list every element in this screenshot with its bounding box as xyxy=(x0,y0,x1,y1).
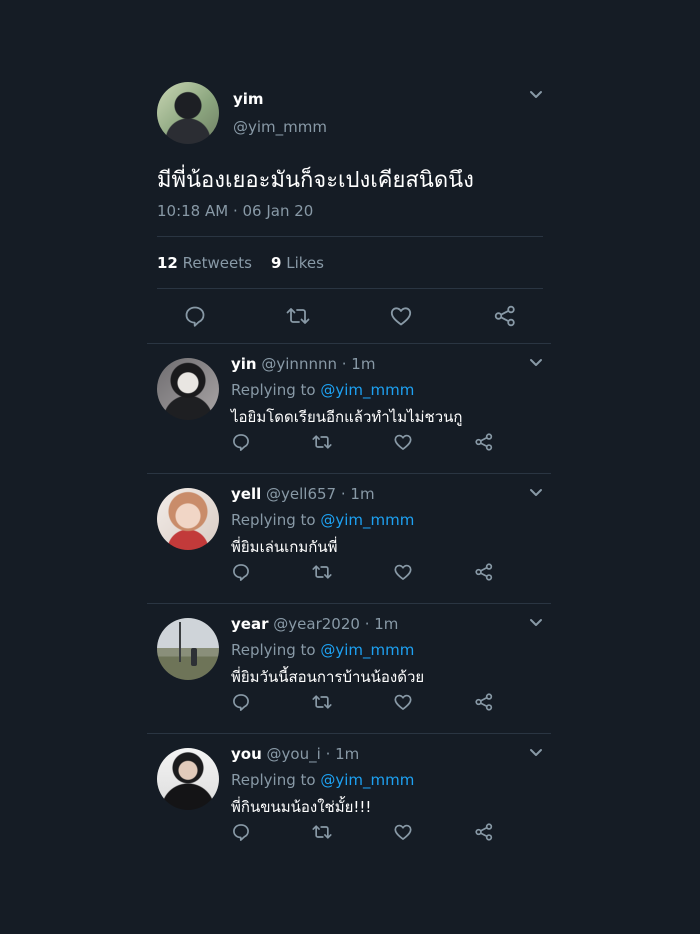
reply-text: พี่ยิมเล่นเกมกันพี่ xyxy=(231,538,338,556)
replying-to: Replying to @yim_mmm xyxy=(231,511,414,529)
retweet-icon[interactable] xyxy=(311,562,332,582)
reply-author-handle[interactable]: @yell657 xyxy=(266,485,336,503)
tweet-timestamp[interactable]: 10:18 AM · 06 Jan 20 xyxy=(157,202,313,220)
reply-header: you @you_i · 1m xyxy=(231,745,359,763)
avatar[interactable] xyxy=(157,618,219,680)
reply-time: · 1m xyxy=(364,615,399,633)
reply-time: · 1m xyxy=(340,485,375,503)
replying-to: Replying to @yim_mmm xyxy=(231,641,414,659)
reply-tweet[interactable]: year @year2020 · 1m Replying to @yim_mmm… xyxy=(157,604,550,724)
reply-author-name[interactable]: you xyxy=(231,745,262,763)
mention-link[interactable]: @yim_mmm xyxy=(320,511,414,529)
reply-time: · 1m xyxy=(341,355,376,373)
chevron-down-icon[interactable] xyxy=(529,488,543,498)
retweet-icon[interactable] xyxy=(311,822,332,842)
likes-stat[interactable]: 9 Likes xyxy=(271,254,324,272)
chevron-down-icon[interactable] xyxy=(529,90,543,100)
retweets-stat[interactable]: 12 Retweets xyxy=(157,254,252,272)
reply-author-name[interactable]: year xyxy=(231,615,268,633)
reply-text: พี่กินขนมน้องใช่มั้ย!!! xyxy=(231,798,372,816)
reply-actions xyxy=(231,692,511,714)
retweet-icon[interactable] xyxy=(311,692,332,712)
likes-label: Likes xyxy=(286,254,324,272)
share-icon[interactable] xyxy=(474,822,494,842)
reply-time: · 1m xyxy=(325,745,360,763)
reply-actions xyxy=(231,822,511,844)
reply-header: year @year2020 · 1m xyxy=(231,615,398,633)
reply-icon[interactable] xyxy=(231,692,251,712)
reply-actions xyxy=(231,562,511,584)
retweets-label: Retweets xyxy=(182,254,252,272)
mention-link[interactable]: @yim_mmm xyxy=(320,381,414,399)
reply-text: ไอยิมโดดเรียนอีกแล้วทำไมไม่ชวนกู xyxy=(231,408,463,426)
share-icon[interactable] xyxy=(474,692,494,712)
tweet-thread: yim @yim_mmm มีพี่น้องเยอะมันก็จะเปงเคีย… xyxy=(0,0,700,934)
reply-header: yin @yinnnnn · 1m xyxy=(231,355,375,373)
like-icon[interactable] xyxy=(393,562,413,582)
avatar[interactable] xyxy=(157,748,219,810)
reply-icon[interactable] xyxy=(231,562,251,582)
replying-to-label: Replying to xyxy=(231,641,316,659)
like-icon[interactable] xyxy=(393,822,413,842)
reply-text: พี่ยิมวันนี้สอนการบ้านน้องด้วย xyxy=(231,668,425,686)
reply-author-handle[interactable]: @yinnnnn xyxy=(261,355,337,373)
replying-to: Replying to @yim_mmm xyxy=(231,381,414,399)
avatar[interactable] xyxy=(157,82,219,144)
share-icon[interactable] xyxy=(493,304,517,328)
share-icon[interactable] xyxy=(474,562,494,582)
replying-to-label: Replying to xyxy=(231,381,316,399)
like-icon[interactable] xyxy=(389,304,413,328)
chevron-down-icon[interactable] xyxy=(529,748,543,758)
retweet-icon[interactable] xyxy=(311,432,332,452)
reply-icon[interactable] xyxy=(183,304,207,328)
like-icon[interactable] xyxy=(393,692,413,712)
avatar[interactable] xyxy=(157,488,219,550)
reply-tweet[interactable]: yell @yell657 · 1m Replying to @yim_mmm … xyxy=(157,474,550,594)
reply-tweet[interactable]: yin @yinnnnn · 1m Replying to @yim_mmm ไ… xyxy=(157,344,550,464)
mention-link[interactable]: @yim_mmm xyxy=(320,641,414,659)
reply-header: yell @yell657 · 1m xyxy=(231,485,375,503)
replying-to-label: Replying to xyxy=(231,771,316,789)
avatar[interactable] xyxy=(157,358,219,420)
share-icon[interactable] xyxy=(474,432,494,452)
reply-actions xyxy=(231,432,511,454)
reply-author-handle[interactable]: @you_i xyxy=(267,745,321,763)
tweet-actions xyxy=(157,296,543,336)
reply-icon[interactable] xyxy=(231,822,251,842)
retweet-icon[interactable] xyxy=(285,304,310,328)
author-name[interactable]: yim xyxy=(233,90,264,108)
divider xyxy=(157,236,543,237)
reply-author-name[interactable]: yin xyxy=(231,355,257,373)
replying-to: Replying to @yim_mmm xyxy=(231,771,414,789)
like-icon[interactable] xyxy=(393,432,413,452)
divider xyxy=(157,288,543,289)
tweet-text: มีพี่น้องเยอะมันก็จะเปงเคียสนิดนึง xyxy=(157,168,474,193)
replying-to-label: Replying to xyxy=(231,511,316,529)
retweets-count: 12 xyxy=(157,254,178,272)
reply-tweet[interactable]: you @you_i · 1m Replying to @yim_mmm พี่… xyxy=(157,734,550,854)
reply-icon[interactable] xyxy=(231,432,251,452)
tweet-stats: 12 Retweets 9 Likes xyxy=(157,254,324,272)
likes-count: 9 xyxy=(271,254,282,272)
chevron-down-icon[interactable] xyxy=(529,358,543,368)
reply-author-name[interactable]: yell xyxy=(231,485,261,503)
reply-author-handle[interactable]: @year2020 xyxy=(273,615,360,633)
chevron-down-icon[interactable] xyxy=(529,618,543,628)
mention-link[interactable]: @yim_mmm xyxy=(320,771,414,789)
author-handle[interactable]: @yim_mmm xyxy=(233,118,327,136)
